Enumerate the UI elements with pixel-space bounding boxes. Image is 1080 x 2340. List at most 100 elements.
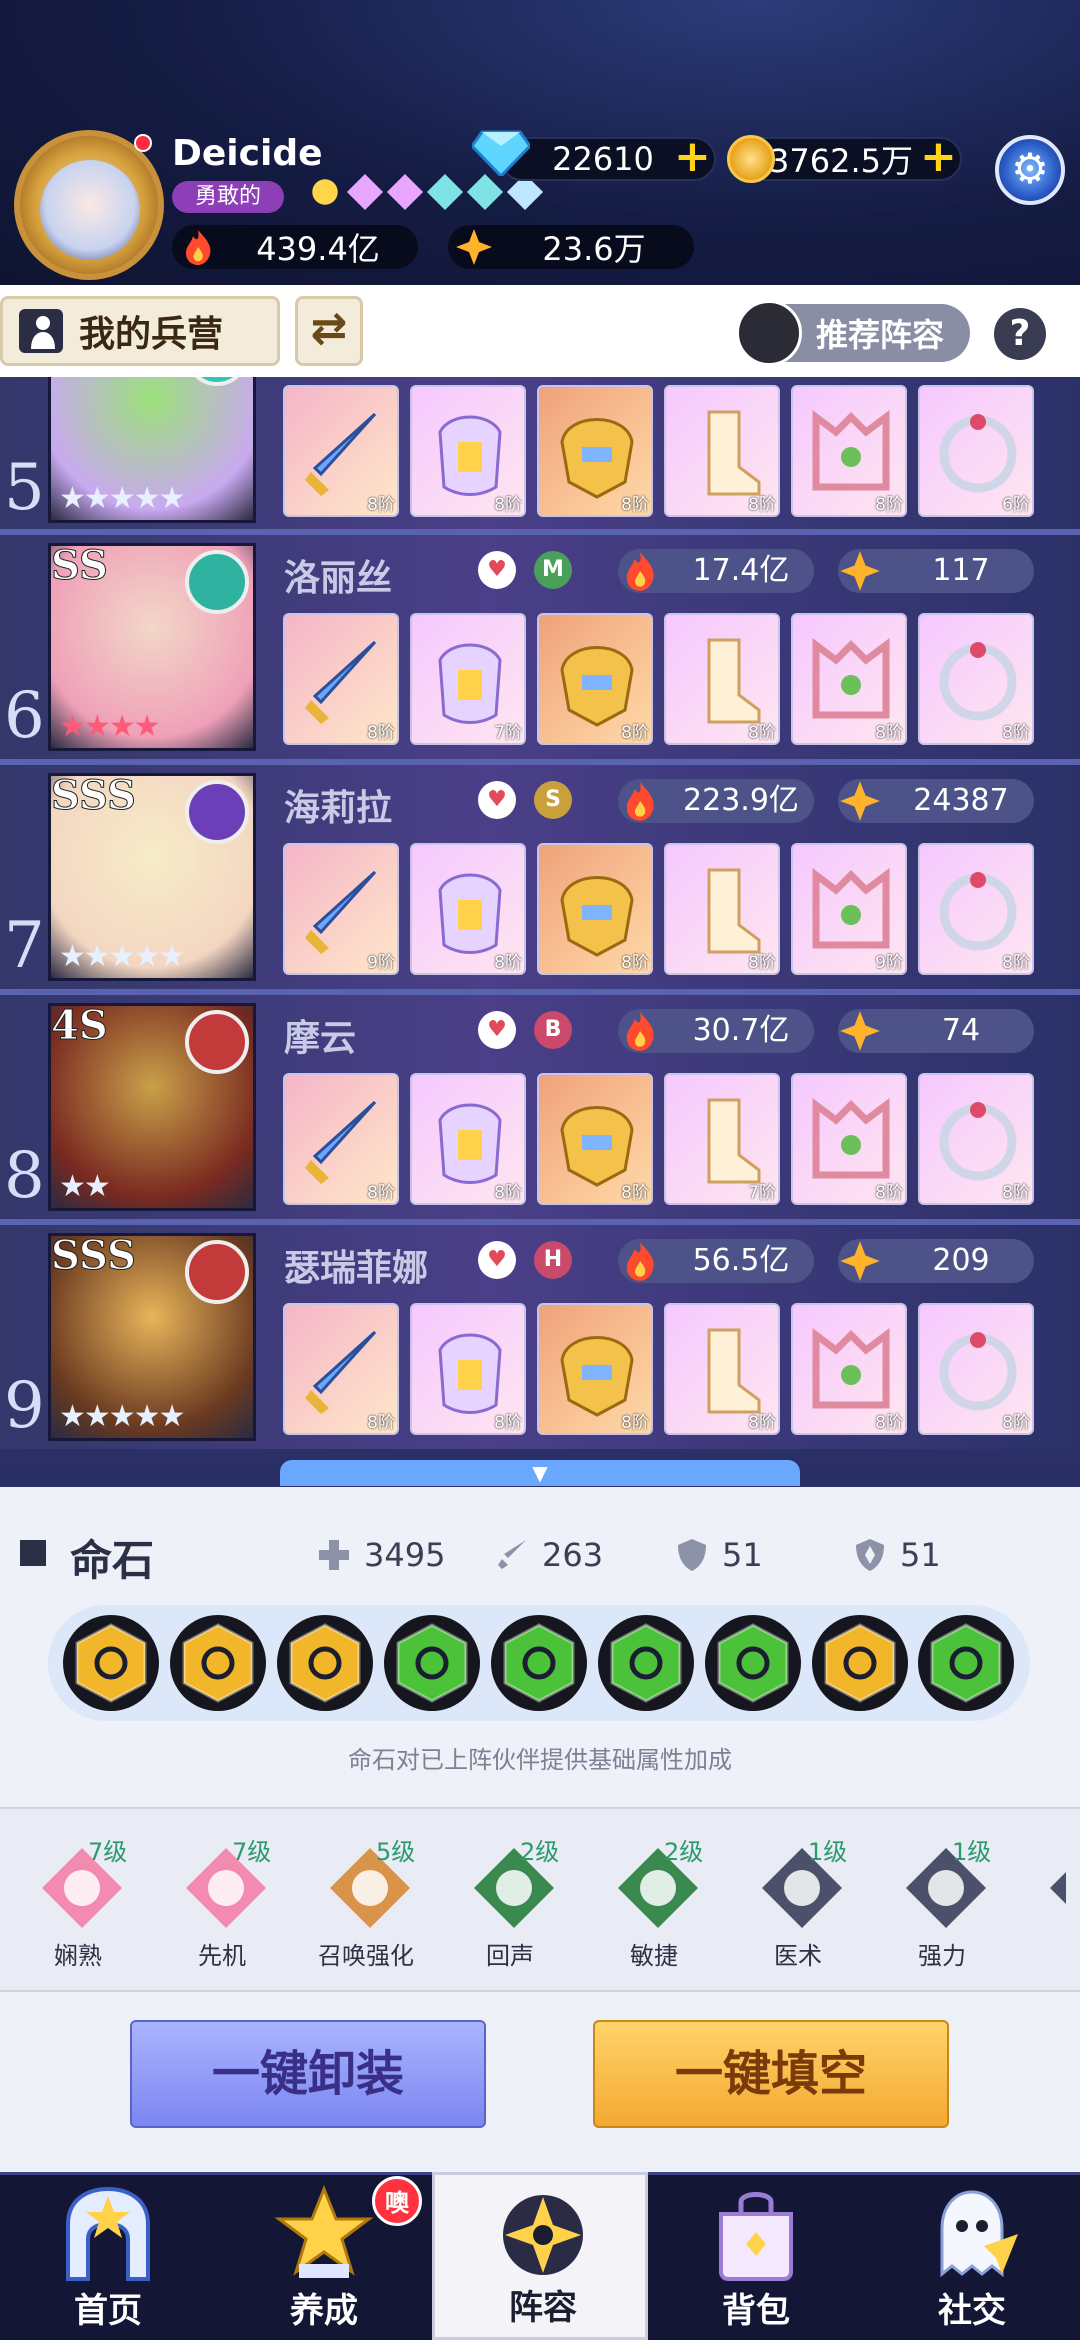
one-click-fill-button[interactable]: 一键填空 [593, 2020, 949, 2128]
fate-stone-slot[interactable] [384, 1615, 481, 1711]
stone-def-stat: 51 [674, 1536, 763, 1574]
add-gold-icon[interactable]: + [920, 135, 957, 179]
equipment-slot[interactable]: 8阶 [410, 843, 526, 975]
fate-stone-slot[interactable] [277, 1615, 374, 1711]
equipment-tier: 8阶 [1002, 1183, 1030, 1203]
flame-icon [626, 1012, 654, 1051]
skill-item[interactable]: 迅 [1026, 1832, 1066, 1982]
hero-row[interactable]: 9 SSS ★★★★★ 瑟瑞菲娜 ♥ H 56.5亿 209 8阶 8阶 8阶 8阶 8阶 8阶 [0, 1219, 1080, 1449]
equipment-slot[interactable]: 8阶 [918, 1303, 1034, 1435]
hero-row[interactable]: 6 SS ★★★★ 洛丽丝 ♥ M 17.4亿 117 8阶 7阶 8阶 8阶 8阶 8阶 [0, 529, 1080, 759]
hero-portrait[interactable]: SSS★★★★★ [48, 772, 256, 981]
equipment-slot[interactable]: 8阶 [791, 1073, 907, 1205]
hero-portrait[interactable]: SSS★★★★★ [48, 1232, 256, 1441]
equipment-slot[interactable]: 8阶 [283, 385, 399, 517]
equipment-slot[interactable]: 9阶 [283, 843, 399, 975]
hero-row[interactable]: 5SSS★★★★★咩咩♥M8.9亿2018阶8阶8阶8阶8阶6阶 [0, 377, 1080, 531]
equipment-row: 8阶 8阶 8阶 7阶 8阶 8阶 [283, 1073, 1034, 1205]
settings-button[interactable]: ⚙ [995, 135, 1065, 205]
fate-stone-slot[interactable] [490, 1615, 587, 1711]
swap-button[interactable]: ⇄ [295, 296, 363, 366]
list-expand-handle[interactable]: ▼ [280, 1460, 800, 1486]
hero-row[interactable]: 7 SSS ★★★★★ 海莉拉 ♥ S 223.9亿 24387 9阶 8阶 8阶 8阶 9阶 8阶 [0, 759, 1080, 989]
fate-stone-slot[interactable] [597, 1615, 694, 1711]
skill-item[interactable]: 2级 敏捷 [594, 1832, 714, 1982]
fate-stone-slot[interactable] [63, 1615, 160, 1711]
equipment-slot[interactable]: 8阶 [283, 613, 399, 745]
skill-level: 1级 [808, 1838, 848, 1866]
lineup-position-number: 5 [4, 451, 45, 525]
skill-item[interactable]: 1级 强力 [882, 1832, 1002, 1982]
magic-shield-icon [856, 1539, 884, 1571]
diamond-counter[interactable]: 22610 + [500, 135, 716, 181]
equipment-slot[interactable]: 6阶 [918, 385, 1034, 517]
nav-lineup[interactable]: 阵容 [432, 2172, 648, 2340]
skill-item[interactable]: 7级 先机 [162, 1832, 282, 1982]
equipment-tier: 9阶 [875, 953, 903, 973]
hero-portrait[interactable]: SSS★★★★★ [48, 377, 256, 523]
star-rating-icon: ★★ [59, 1169, 111, 1204]
skill-name: 敏捷 [630, 1942, 678, 1970]
equipment-slot[interactable]: 7阶 [664, 1073, 780, 1205]
player-avatar[interactable] [40, 160, 140, 260]
skill-item[interactable]: 5级 召唤强化 [306, 1832, 426, 1982]
equipment-tier: 8阶 [367, 723, 395, 743]
player-title-badge[interactable]: 勇敢的 [172, 181, 284, 213]
equipment-slot[interactable]: 8阶 [918, 613, 1034, 745]
hero-list[interactable]: 5SSS★★★★★咩咩♥M8.9亿2018阶8阶8阶8阶8阶6阶6SS★★★★洛… [0, 377, 1080, 1487]
equipment-slot[interactable]: 8阶 [283, 1303, 399, 1435]
skill-item[interactable]: 2级 回声 [450, 1832, 570, 1982]
hero-name: 瑟瑞菲娜 [284, 1248, 429, 1289]
equipment-row: 8阶 8阶 8阶 8阶 8阶 8阶 [283, 1303, 1034, 1435]
nav-social[interactable]: 社交 [864, 2172, 1080, 2340]
one-click-unequip-button[interactable]: 一键卸装 [130, 2020, 486, 2128]
equipment-slot[interactable]: 8阶 [537, 843, 653, 975]
hero-portrait[interactable]: SS ★★★★ [48, 542, 256, 751]
skill-item[interactable]: 1级 医术 [738, 1832, 858, 1982]
hero-role-icon: ♥ [478, 1241, 516, 1279]
equipment-slot[interactable]: 8阶 [537, 613, 653, 745]
stone-res-stat: 51 [852, 1536, 941, 1574]
nav-home[interactable]: 首页 [0, 2172, 216, 2340]
equipment-tier: 8阶 [748, 953, 776, 973]
equipment-slot[interactable]: 8阶 [791, 613, 907, 745]
equipment-slot[interactable]: 8阶 [537, 385, 653, 517]
equipment-slot[interactable]: 9阶 [791, 843, 907, 975]
equipment-tier: 8阶 [621, 495, 649, 515]
faction-icon [185, 1010, 249, 1074]
hero-row[interactable]: 8 4S ★★ 摩云 ♥ B 30.7亿 74 8阶 8阶 8阶 7阶 8阶 8阶 [0, 989, 1080, 1219]
equipment-slot[interactable]: 8阶 [791, 385, 907, 517]
lineup-emblem-icon [503, 2195, 583, 2275]
equipment-slot[interactable]: 8阶 [664, 843, 780, 975]
fate-stone-slot[interactable] [811, 1615, 908, 1711]
fate-stone-icon [824, 1623, 896, 1703]
lineup-position-number: 8 [4, 1139, 45, 1213]
skill-item[interactable]: 7级 娴熟 [18, 1832, 138, 1982]
fate-stone-icon [503, 1623, 575, 1703]
equipment-slot[interactable]: 8阶 [537, 1303, 653, 1435]
equipment-slot[interactable]: 8阶 [918, 1073, 1034, 1205]
equipment-slot[interactable]: 8阶 [791, 1303, 907, 1435]
equipment-slot[interactable]: 8阶 [283, 1073, 399, 1205]
nav-lineup-label: 阵容 [509, 2288, 577, 2328]
equipment-slot[interactable]: 8阶 [664, 1303, 780, 1435]
purple-gem-icon [346, 173, 384, 211]
my-barracks-button[interactable]: 我的兵营 [0, 296, 280, 366]
add-diamond-icon[interactable]: + [674, 135, 711, 179]
nav-bag[interactable]: 背包 [648, 2172, 864, 2340]
equipment-slot[interactable]: 8阶 [410, 1303, 526, 1435]
fate-stone-slot[interactable] [170, 1615, 267, 1711]
equipment-slot[interactable]: 8阶 [664, 385, 780, 517]
fate-stone-slot[interactable] [918, 1615, 1015, 1711]
help-button[interactable]: ? [994, 308, 1046, 360]
equipment-slot[interactable]: 7阶 [410, 613, 526, 745]
equipment-tier: 8阶 [875, 1183, 903, 1203]
equipment-slot[interactable]: 8阶 [664, 613, 780, 745]
equipment-slot[interactable]: 8阶 [537, 1073, 653, 1205]
fate-stone-slot[interactable] [704, 1615, 801, 1711]
stone-def-value: 51 [722, 1536, 763, 1574]
hero-portrait[interactable]: 4S ★★ [48, 1002, 256, 1211]
equipment-slot[interactable]: 8阶 [410, 1073, 526, 1205]
equipment-slot[interactable]: 8阶 [918, 843, 1034, 975]
equipment-slot[interactable]: 8阶 [410, 385, 526, 517]
